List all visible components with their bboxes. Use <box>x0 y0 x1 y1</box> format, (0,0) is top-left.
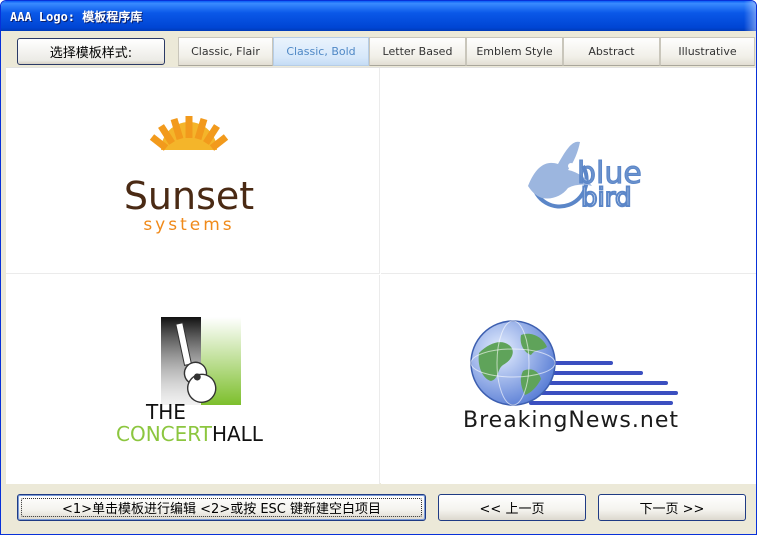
concert-text: CONCERT <box>116 422 213 446</box>
select-style-button[interactable]: 选择模板样式: <box>17 38 165 65</box>
sunset-text: Sunset <box>124 174 254 218</box>
breaking-news-logo: BreakingNews.net <box>463 320 679 433</box>
template-breaking-news[interactable]: BreakingNews.net <box>381 275 756 484</box>
the-text: THE <box>145 400 186 424</box>
sunset-systems-logo: Sunset systems <box>124 116 254 235</box>
blue-bird-logo: blue bird <box>528 141 642 214</box>
tab-letter-based[interactable]: Letter Based <box>369 37 466 66</box>
next-page-button[interactable]: 下一页 >> <box>598 494 746 521</box>
template-concert-hall[interactable]: THE CONCERTHALL <box>6 275 380 484</box>
focus-ring <box>21 498 422 517</box>
tab-classic-flair[interactable]: Classic, Flair <box>178 37 273 66</box>
tab-illustrative[interactable]: Illustrative <box>660 37 755 66</box>
systems-text: systems <box>143 215 234 235</box>
breaking-news-text: BreakingNews.net <box>463 408 679 433</box>
globe-icon <box>470 320 556 406</box>
net-label: .net <box>632 408 679 433</box>
prev-page-button[interactable]: << 上一页 <box>438 494 586 521</box>
title-bar[interactable]: AAA Logo: 模板程序库 <box>1 1 756 31</box>
window-title: AAA Logo: 模板程序库 <box>10 10 143 24</box>
edit-or-new-hint-button[interactable]: <1>单击模板进行编辑 <2>或按 ESC 键新建空白项目 <box>17 494 426 521</box>
hall-text: HALL <box>212 422 264 446</box>
breaking-news-label: BreakingNews <box>463 408 632 433</box>
concert-hall-logo: THE CONCERTHALL <box>116 317 264 446</box>
tab-abstract[interactable]: Abstract <box>563 37 660 66</box>
tab-emblem-style[interactable]: Emblem Style <box>466 37 563 66</box>
template-sunset-systems[interactable]: Sunset systems <box>6 68 380 274</box>
title-bar-edge <box>744 1 756 31</box>
template-grid: Sunset systems blue bird THE CONCERTHALL… <box>6 67 756 484</box>
bird-text: bird <box>581 183 631 213</box>
concert-hall-text: CONCERTHALL <box>116 422 264 446</box>
tab-classic-bold[interactable]: Classic, Bold <box>273 37 369 66</box>
template-blue-bird[interactable]: blue bird <box>381 68 756 274</box>
template-library-window: AAA Logo: 模板程序库 选择模板样式: Classic, Flair C… <box>0 0 757 535</box>
footer-bar: <1>单击模板进行编辑 <2>或按 ESC 键新建空白项目 << 上一页 下一页… <box>1 484 756 534</box>
sun-icon <box>149 116 229 151</box>
template-style-toolbar: 选择模板样式: Classic, Flair Classic, Bold Let… <box>6 32 755 71</box>
